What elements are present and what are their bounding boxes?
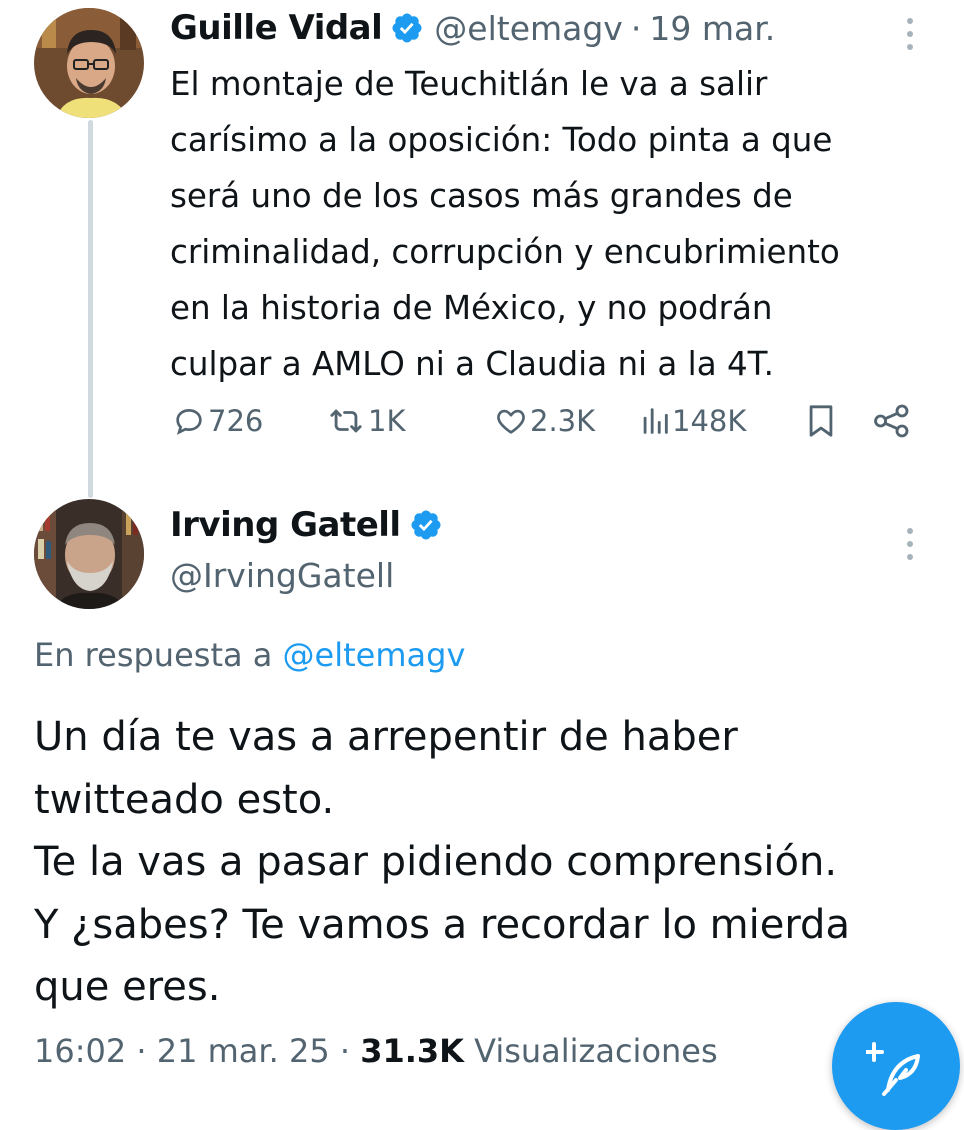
- author-name[interactable]: Irving Gatell: [170, 505, 401, 545]
- tweet-text-line: criminalidad, corrupción y encubrimiento: [170, 233, 840, 271]
- tweet-text-line: Te la vas a pasar pidiendo comprensión.: [34, 839, 838, 885]
- tweet1-text: El montaje de Teuchitlán le va a salir c…: [170, 56, 950, 392]
- reply-button[interactable]: 726: [170, 396, 263, 446]
- reply-count: 726: [208, 404, 264, 438]
- views-bar-icon: [640, 404, 670, 438]
- author-name[interactable]: Guille Vidal: [170, 8, 383, 48]
- more-vertical-icon[interactable]: [898, 14, 922, 54]
- more-vertical-icon[interactable]: [898, 524, 922, 564]
- bookmark-icon: [804, 402, 838, 440]
- reply-mention-link[interactable]: @eltemagv: [283, 636, 466, 674]
- tweet-text-line: será uno de los casos más grandes de: [170, 177, 793, 215]
- verified-badge-icon: [390, 11, 424, 45]
- tweet2-text: Un día te vas a arrepentir de haber twit…: [34, 706, 934, 1019]
- tweet-date[interactable]: 19 mar.: [649, 9, 775, 48]
- compose-button[interactable]: [832, 1002, 960, 1130]
- retweet-button[interactable]: 1K: [324, 396, 405, 446]
- reply-context: En respuesta a @eltemagv: [34, 636, 465, 674]
- tweet2-header: Irving Gatell @IrvingGatell: [170, 500, 453, 595]
- tweet-text-line: en la historia de México, y no podrán: [170, 289, 773, 327]
- tweet-text-line: que eres.: [34, 964, 221, 1010]
- verified-badge-icon: [409, 508, 443, 542]
- tweet-text-line: Un día te vas a arrepentir de haber: [34, 714, 738, 760]
- tweet-date[interactable]: 21 mar. 25: [157, 1032, 330, 1070]
- share-button[interactable]: [870, 396, 912, 446]
- retweet-count: 1K: [368, 404, 406, 438]
- reply-prefix: En respuesta a: [34, 636, 273, 674]
- tweet2-timestamp-views: 16:02 · 21 mar. 25 · 31.3K Visualizacion…: [34, 1032, 718, 1070]
- separator-dot: ·: [136, 1032, 147, 1070]
- tweet1-header: Guille Vidal @eltemagv · 19 mar.: [170, 4, 775, 52]
- like-count: 2.3K: [530, 404, 596, 438]
- tweet-text-line: Y ¿sabes? Te vamos a recordar lo mierda: [34, 901, 850, 948]
- tweet-text-line: El montaje de Teuchitlán le va a salir: [170, 65, 768, 103]
- like-button[interactable]: 2.3K: [492, 396, 595, 446]
- heart-icon: [494, 404, 528, 438]
- views-label: Visualizaciones: [474, 1032, 718, 1070]
- avatar-irving-gatell[interactable]: [34, 499, 144, 609]
- share-icon: [872, 403, 912, 439]
- tweet-time[interactable]: 16:02: [34, 1032, 126, 1070]
- separator-dot: ·: [339, 1032, 351, 1070]
- thread-connector-line: [88, 120, 93, 498]
- retweet-icon: [326, 404, 366, 438]
- views-button[interactable]: 148K: [638, 396, 746, 446]
- avatar-guille-vidal[interactable]: [34, 8, 144, 118]
- bookmark-button[interactable]: [802, 396, 838, 446]
- separator-dot: ·: [630, 8, 642, 48]
- author-handle[interactable]: @eltemagv: [434, 9, 623, 48]
- reply-icon: [172, 404, 206, 438]
- tweet1-action-bar: 726 1K 2.3K 148K: [170, 396, 930, 446]
- tweet-text-line: twitteado esto.: [34, 776, 335, 823]
- author-handle[interactable]: @IrvingGatell: [170, 556, 453, 595]
- views-count: 148K: [672, 404, 747, 438]
- tweet-text-line: culpar a AMLO ni a Claudia ni a la 4T.: [170, 345, 774, 383]
- tweet-text-line: carísimo a la oposición: Todo pinta a qu…: [170, 121, 833, 159]
- views-count: 31.3K: [360, 1032, 464, 1070]
